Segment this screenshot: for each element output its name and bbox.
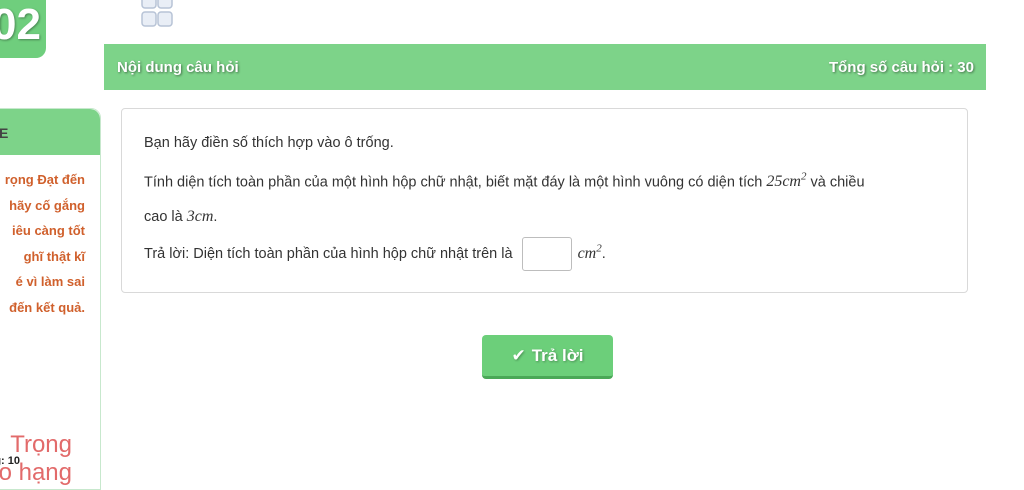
sidebar-line: ghĩ thật kĩ	[23, 248, 85, 264]
sidebar-header: E	[0, 109, 100, 155]
sidebar-card: E rọng Đạt đến hãy cố gắng iêu càng tốt …	[0, 108, 101, 490]
question-header-bar: Nội dung câu hỏi Tổng số câu hỏi : 30	[104, 44, 986, 90]
submit-label: Trả lời	[531, 346, 584, 365]
answer-unit: cm2	[577, 242, 602, 262]
height-end: .	[213, 209, 218, 225]
height-label: cao là	[144, 209, 183, 225]
submit-answer-button[interactable]: ✔ Trả lời	[482, 335, 613, 379]
question-text-tail: và chiều	[810, 174, 865, 191]
height-value: 3cm	[186, 208, 214, 225]
check-icon: ✔	[511, 346, 526, 365]
question-text: Tính diện tích toàn phần của một hình hộ…	[144, 171, 865, 191]
total-questions-label: Tổng số câu hỏi : 30	[828, 59, 974, 76]
sidebar-line: é vì làm sai	[15, 274, 85, 289]
sidebar-line: đến kết quả.	[9, 299, 85, 315]
question-text-line3: cao là 3cm.	[144, 208, 217, 226]
answer-end: .	[601, 245, 606, 262]
answer-row: Trả lời: Diện tích toàn phần của hình hộ…	[144, 237, 606, 271]
question-instruction: Bạn hãy điền số thích hợp vào ô trống.	[144, 135, 394, 151]
question-number-badge: 02	[0, 0, 46, 58]
puzzle-icon	[141, 0, 173, 27]
sidebar-line: hãy cố gắng	[9, 197, 85, 213]
sidebar-message: rọng Đạt đến hãy cố gắng iêu càng tốt gh…	[0, 167, 85, 320]
header-title: Nội dung câu hỏi	[117, 59, 239, 76]
area-value: 25cm2	[766, 171, 807, 191]
sidebar-footer: g: 10	[0, 455, 20, 467]
answer-input[interactable]	[521, 237, 572, 271]
sidebar-line: iêu càng tốt	[12, 223, 85, 238]
sidebar-title: E	[0, 125, 9, 141]
question-text-body: Tính diện tích toàn phần của một hình hộ…	[144, 174, 763, 191]
sidebar-line: rọng Đạt đến	[4, 172, 85, 187]
question-card: Bạn hãy điền số thích hợp vào ô trống. T…	[121, 108, 968, 293]
answer-prompt: Trả lời: Diện tích toàn phần của hình hộ…	[144, 245, 513, 262]
